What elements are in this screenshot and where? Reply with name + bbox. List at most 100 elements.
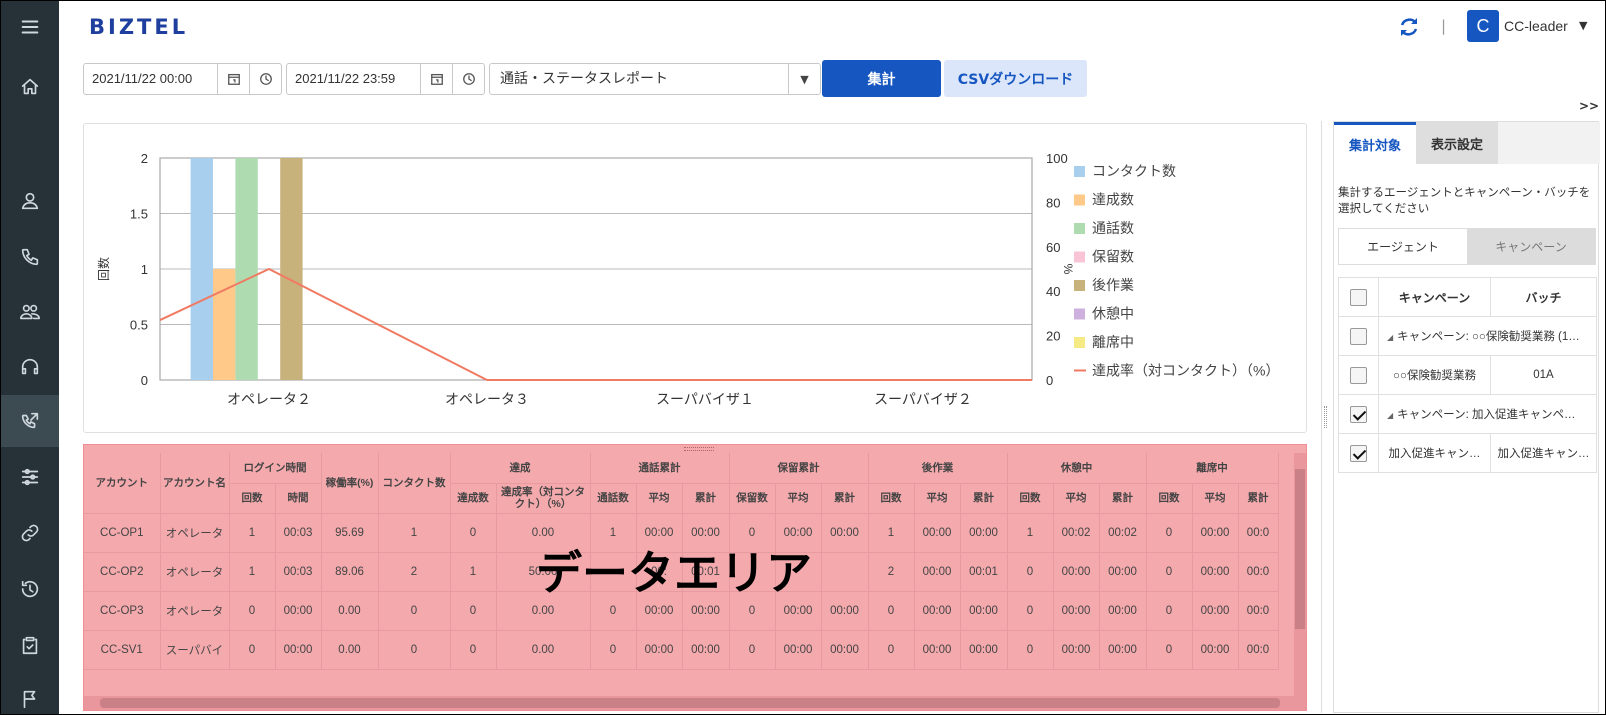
table-cell: 00:00 bbox=[1192, 630, 1239, 670]
sub-col[interactable]: 時間 bbox=[275, 483, 322, 514]
row-checkbox[interactable] bbox=[1350, 366, 1367, 384]
col-account-name[interactable]: アカウント名 bbox=[160, 453, 230, 514]
tab-display-settings[interactable]: 表示設定 bbox=[1416, 122, 1498, 164]
sub-col[interactable]: 累計 bbox=[960, 483, 1008, 514]
campaign-group-cell[interactable]: ◢ キャンペーン: ○○保険勧奨業務 (1… bbox=[1378, 316, 1597, 356]
row-checkbox[interactable] bbox=[1350, 327, 1367, 345]
collapse-icon[interactable]: ◢ bbox=[1387, 411, 1393, 420]
chevron-down-icon[interactable]: ▼ bbox=[1579, 19, 1587, 32]
report-type-select[interactable]: 通話・ステータスレポート ▼ bbox=[489, 63, 821, 95]
x-tick-label: スーパバイザ２ bbox=[874, 391, 972, 407]
y2-tick-label: 20 bbox=[1046, 329, 1060, 344]
nav-headset[interactable] bbox=[1, 341, 59, 393]
sub-col[interactable]: 累計 bbox=[1238, 483, 1279, 514]
sub-col[interactable]: 平均 bbox=[1053, 483, 1100, 514]
table-cell: 1 bbox=[1007, 513, 1054, 553]
sub-col[interactable]: 回数 bbox=[1007, 483, 1054, 514]
expand-panel-button[interactable]: >> bbox=[1579, 99, 1599, 113]
sub-col[interactable]: 通話数 bbox=[590, 483, 637, 514]
phone-forward-icon bbox=[21, 412, 39, 429]
x-tick-label: オペレータ２ bbox=[227, 391, 311, 407]
end-calendar-button[interactable] bbox=[420, 64, 452, 94]
group-icon bbox=[20, 304, 40, 320]
csv-download-button[interactable]: CSVダウンロード bbox=[944, 60, 1087, 97]
scroll-thumb[interactable] bbox=[100, 698, 1280, 708]
sub-col[interactable]: 累計 bbox=[821, 483, 869, 514]
tab-agent[interactable]: エージェント bbox=[1339, 229, 1467, 264]
col-account[interactable]: アカウント bbox=[84, 453, 161, 514]
nav-user[interactable] bbox=[1, 175, 59, 227]
aggregate-button[interactable]: 集計 bbox=[822, 60, 941, 97]
tab-aggregation-target[interactable]: 集計対象 bbox=[1334, 122, 1416, 164]
col-campaign[interactable]: キャンペーン bbox=[1378, 277, 1491, 317]
y2-tick-label: 100 bbox=[1046, 151, 1068, 166]
batch-row[interactable]: ○○保険勧奨業務 01A bbox=[1338, 355, 1597, 395]
nav-home[interactable] bbox=[1, 61, 59, 113]
sub-col[interactable]: 累計 bbox=[1099, 483, 1147, 514]
table-cell: CC-SV1 bbox=[84, 630, 161, 670]
nav-tasks[interactable] bbox=[1, 619, 59, 671]
menu-button[interactable] bbox=[1, 1, 59, 53]
sub-col[interactable]: 達成数 bbox=[450, 483, 497, 514]
campaign-group-row[interactable]: ◢ キャンペーン: 加入促進キャンペ… bbox=[1338, 394, 1597, 434]
campaign-group-cell[interactable]: ◢ キャンペーン: 加入促進キャンペ… bbox=[1378, 394, 1597, 434]
user-avatar[interactable]: C bbox=[1467, 10, 1499, 42]
end-datetime-field[interactable]: 2021/11/22 23:59 bbox=[286, 63, 485, 95]
sub-col[interactable]: 平均 bbox=[636, 483, 683, 514]
sub-col[interactable]: 累計 bbox=[682, 483, 730, 514]
nav-group[interactable] bbox=[1, 286, 59, 338]
sub-col[interactable]: 保留数 bbox=[729, 483, 776, 514]
campaign-group-label: キャンペーン: 加入促進キャンペ… bbox=[1397, 409, 1576, 421]
nav-history[interactable] bbox=[1, 563, 59, 615]
end-datetime-value[interactable]: 2021/11/22 23:59 bbox=[287, 64, 420, 94]
sub-col[interactable]: 達成率（対コンタクト）（%） bbox=[496, 483, 591, 514]
sub-col[interactable]: 回数 bbox=[868, 483, 915, 514]
collapse-icon[interactable]: ◢ bbox=[1387, 333, 1393, 342]
legend-label: 休憩中 bbox=[1092, 306, 1134, 322]
end-clock-button[interactable] bbox=[452, 64, 484, 94]
start-clock-button[interactable] bbox=[249, 64, 281, 94]
table-cell: 0 bbox=[1007, 591, 1054, 631]
flag-icon bbox=[23, 690, 36, 709]
sub-col[interactable]: 平均 bbox=[914, 483, 961, 514]
table-cell: 89.06 bbox=[321, 552, 379, 592]
splitter-grip[interactable] bbox=[1324, 406, 1327, 428]
history-icon bbox=[21, 580, 39, 598]
start-calendar-button[interactable] bbox=[217, 64, 249, 94]
nav-link[interactable] bbox=[1, 507, 59, 559]
x-tick-label: スーパバイザ１ bbox=[656, 391, 754, 407]
sub-col[interactable]: 平均 bbox=[775, 483, 822, 514]
sub-col[interactable]: 平均 bbox=[1192, 483, 1239, 514]
nav-outbound[interactable] bbox=[1, 395, 59, 447]
nav-phone[interactable] bbox=[1, 231, 59, 283]
scroll-thumb[interactable] bbox=[1295, 469, 1305, 629]
table-cell: 1 bbox=[229, 552, 276, 592]
col-utilization[interactable]: 稼働率(%) bbox=[321, 453, 379, 514]
horizontal-scrollbar[interactable] bbox=[84, 696, 1306, 710]
table-cell: 00:00 bbox=[1053, 630, 1100, 670]
row-checkbox[interactable] bbox=[1350, 444, 1367, 462]
start-datetime-value[interactable]: 2021/11/22 00:00 bbox=[84, 64, 217, 94]
start-datetime-field[interactable]: 2021/11/22 00:00 bbox=[83, 63, 282, 95]
campaign-group-row[interactable]: ◢ キャンペーン: ○○保険勧奨業務 (1… bbox=[1338, 316, 1597, 356]
row-checkbox[interactable] bbox=[1350, 405, 1367, 423]
col-contacts[interactable]: コンタクト数 bbox=[378, 453, 451, 514]
caret-down-icon[interactable]: ▼ bbox=[788, 64, 820, 94]
clock-icon bbox=[462, 73, 475, 85]
refresh-icon[interactable] bbox=[1397, 15, 1421, 39]
table-row[interactable]: CC-SV1 スーパバイ 0 00:00 0.00 0 0 0.00 0 00:00 00:00 0 0… bbox=[84, 630, 1279, 670]
resize-handle[interactable] bbox=[684, 447, 714, 451]
user-name[interactable]: CC-leader bbox=[1504, 18, 1568, 34]
table-cell: 1 bbox=[450, 552, 497, 592]
batch-row[interactable]: 加入促進キャン… 加入促進キャン… bbox=[1338, 433, 1597, 473]
sub-col[interactable]: 回数 bbox=[1146, 483, 1193, 514]
nav-settings[interactable] bbox=[1, 451, 59, 503]
panel-splitter[interactable] bbox=[1321, 121, 1329, 713]
sub-col[interactable]: 回数 bbox=[229, 483, 276, 514]
app-logo[interactable]: BIZTEL bbox=[89, 15, 188, 39]
select-all-checkbox[interactable] bbox=[1350, 288, 1367, 306]
tab-campaign[interactable]: キャンペーン bbox=[1467, 229, 1595, 264]
nav-flag[interactable] bbox=[1, 673, 59, 714]
col-batch[interactable]: バッチ bbox=[1490, 277, 1597, 317]
vertical-scrollbar[interactable] bbox=[1294, 453, 1306, 696]
